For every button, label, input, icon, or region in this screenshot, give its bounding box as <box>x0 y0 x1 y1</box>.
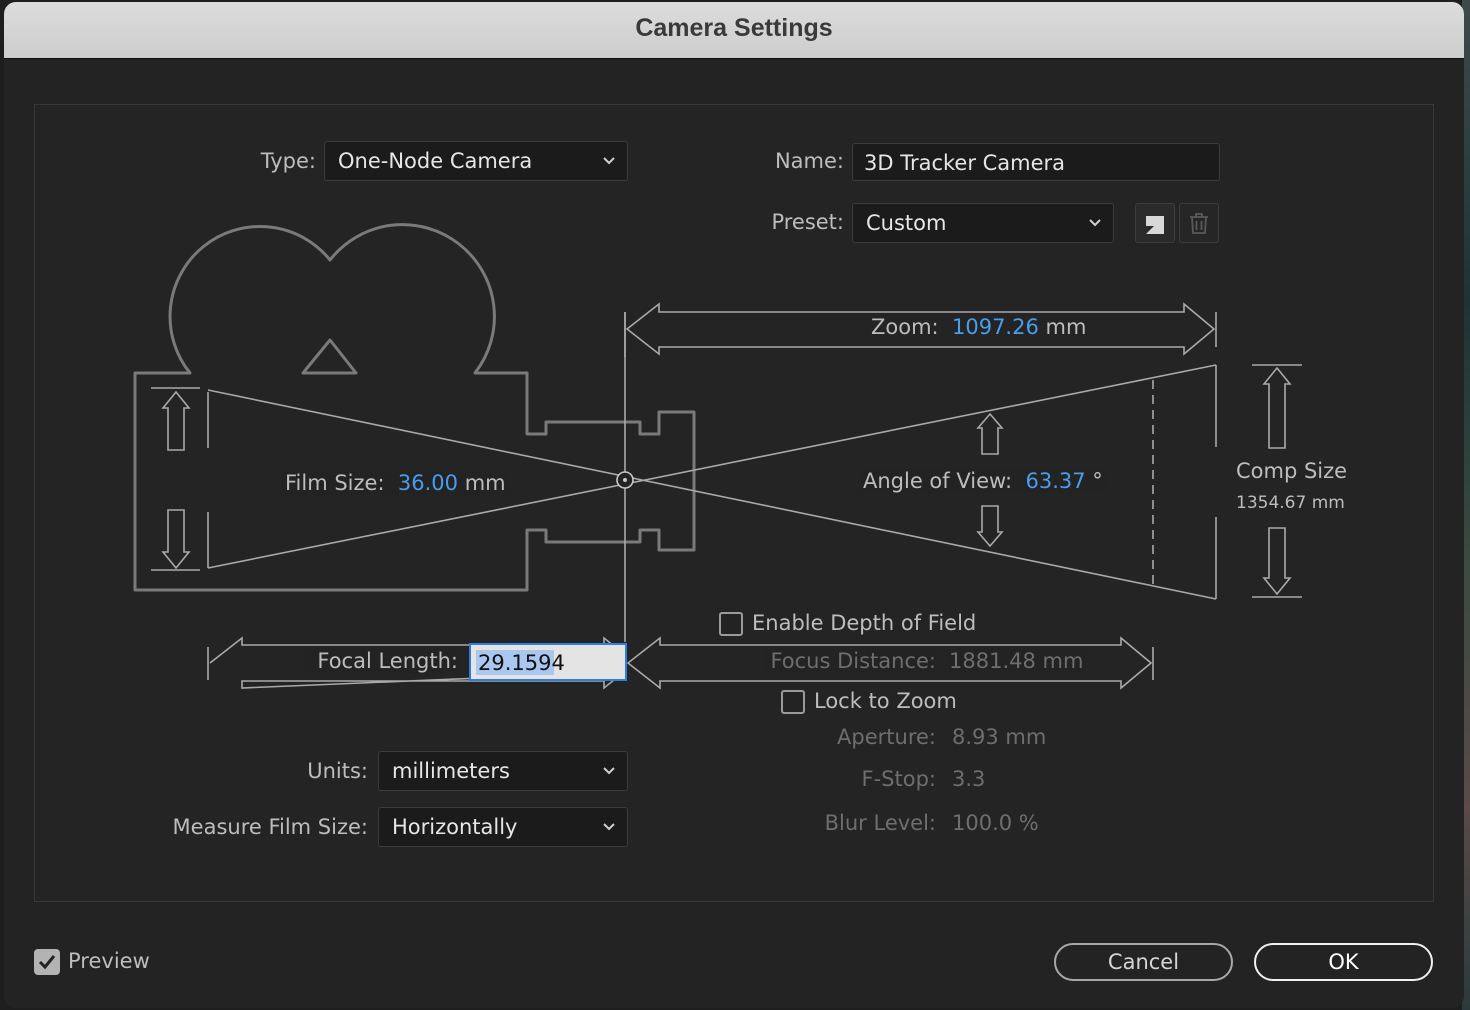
units-label: Units: <box>307 759 368 783</box>
preview-label: Preview <box>68 949 150 973</box>
type-value: One-Node Camera <box>338 149 533 173</box>
measure-film-size-value: Horizontally <box>392 815 518 839</box>
fstop-value: 3.3 <box>952 767 986 791</box>
ok-button[interactable]: OK <box>1254 943 1433 981</box>
zoom-label: Zoom: <box>871 315 939 339</box>
zoom-unit: mm <box>1045 315 1087 339</box>
depth-of-field-checkbox[interactable] <box>719 612 743 636</box>
zoom-readout: Zoom: 1097.26 mm <box>871 315 1086 339</box>
save-preset-button[interactable] <box>1135 203 1175 243</box>
angle-of-view-label: Angle of View: <box>863 469 1013 493</box>
type-label: Type: <box>260 149 316 173</box>
camera-settings-dialog: Camera Settings Type: One-Node Camera Na… <box>4 2 1464 1008</box>
film-up-arrow-icon <box>161 390 191 451</box>
measure-film-size-dropdown[interactable]: Horizontally <box>378 807 628 847</box>
checkmark-icon <box>38 955 56 970</box>
units-dropdown[interactable]: millimeters <box>378 751 628 791</box>
chevron-down-icon <box>603 157 615 165</box>
focus-distance-label: Focus Distance: <box>764 649 936 673</box>
name-value: 3D Tracker Camera <box>864 151 1066 175</box>
blur-level-value: 100.0 % <box>952 811 1039 835</box>
type-dropdown[interactable]: One-Node Camera <box>324 141 628 181</box>
fstop-label: F-Stop: <box>861 767 936 791</box>
film-size-label: Film Size: <box>285 471 385 495</box>
chevron-down-icon <box>1089 219 1101 227</box>
lock-to-zoom-checkbox[interactable] <box>781 690 805 714</box>
focal-length-field[interactable]: 29.1594 <box>469 643 627 681</box>
lock-to-zoom-label: Lock to Zoom <box>814 689 957 713</box>
film-size-value[interactable]: 36.00 <box>398 471 458 495</box>
comp-size-value: 1354.67 mm <box>1236 493 1345 513</box>
blur-level-label: Blur Level: <box>824 811 936 835</box>
units-value: millimeters <box>392 759 510 783</box>
camera-triangle <box>301 338 358 375</box>
trash-icon <box>1190 213 1208 234</box>
angle-of-view-value[interactable]: 63.37 <box>1025 469 1085 493</box>
chevron-down-icon <box>603 767 615 775</box>
film-down-arrow-icon <box>161 509 191 570</box>
preset-dropdown[interactable]: Custom <box>852 203 1114 243</box>
angle-of-view-readout: Angle of View: 63.37 ° <box>859 469 1107 493</box>
aperture-value: 8.93 mm <box>952 725 1047 749</box>
zoom-value[interactable]: 1097.26 <box>952 315 1039 339</box>
focus-distance-value: 1881.48 mm <box>949 649 1088 673</box>
preset-label: Preset: <box>771 210 844 234</box>
save-preset-icon <box>1146 216 1164 234</box>
camera-body-outline <box>133 223 696 592</box>
comp-size-label: Comp Size <box>1236 459 1348 483</box>
film-size-readout: Film Size: 36.00 mm <box>281 471 510 495</box>
angle-of-view-unit: ° <box>1092 469 1103 493</box>
cancel-button[interactable]: Cancel <box>1054 943 1233 981</box>
aperture-label: Aperture: <box>837 725 936 749</box>
focal-length-value: 29.1594 <box>478 651 565 675</box>
comp-down-arrow-icon <box>1262 527 1292 596</box>
name-label: Name: <box>774 149 844 173</box>
depth-of-field-label: Enable Depth of Field <box>752 611 977 635</box>
angle-down-arrow-icon <box>976 505 1004 548</box>
chevron-down-icon <box>603 823 615 831</box>
angle-up-arrow-icon <box>976 412 1004 455</box>
preview-checkbox[interactable] <box>34 949 60 975</box>
measure-film-size-label: Measure Film Size: <box>172 815 368 839</box>
name-field[interactable]: 3D Tracker Camera <box>852 143 1220 181</box>
film-size-unit: mm <box>464 471 506 495</box>
preset-value: Custom <box>866 211 947 235</box>
focal-length-label: Focal Length: <box>304 649 458 673</box>
delete-preset-button[interactable] <box>1179 203 1219 243</box>
comp-up-arrow-icon <box>1262 366 1292 449</box>
